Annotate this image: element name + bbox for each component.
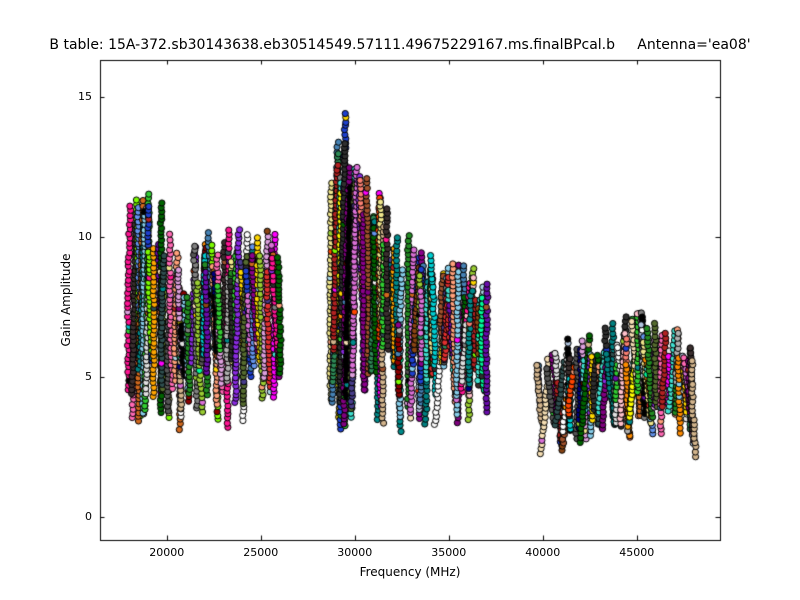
x-tick-label: 40000 (525, 546, 560, 559)
y-tick-label: 15 (0, 90, 92, 104)
x-tick-label: 25000 (243, 546, 278, 559)
x-axis-label: Frequency (MHz) (360, 565, 461, 579)
plot-canvas (0, 0, 800, 600)
chart-title: B table: 15A-372.sb30143638.eb30514549.5… (0, 37, 800, 53)
x-tick-label: 20000 (149, 546, 184, 559)
x-tick-label: 45000 (619, 546, 654, 559)
y-axis-label: Gain Amplitude (59, 254, 73, 347)
y-tick-label: 0 (0, 510, 92, 524)
y-tick-label: 5 (0, 370, 92, 384)
x-tick-label: 35000 (431, 546, 466, 559)
y-tick-label: 10 (0, 230, 92, 244)
x-tick-label: 30000 (337, 546, 372, 559)
